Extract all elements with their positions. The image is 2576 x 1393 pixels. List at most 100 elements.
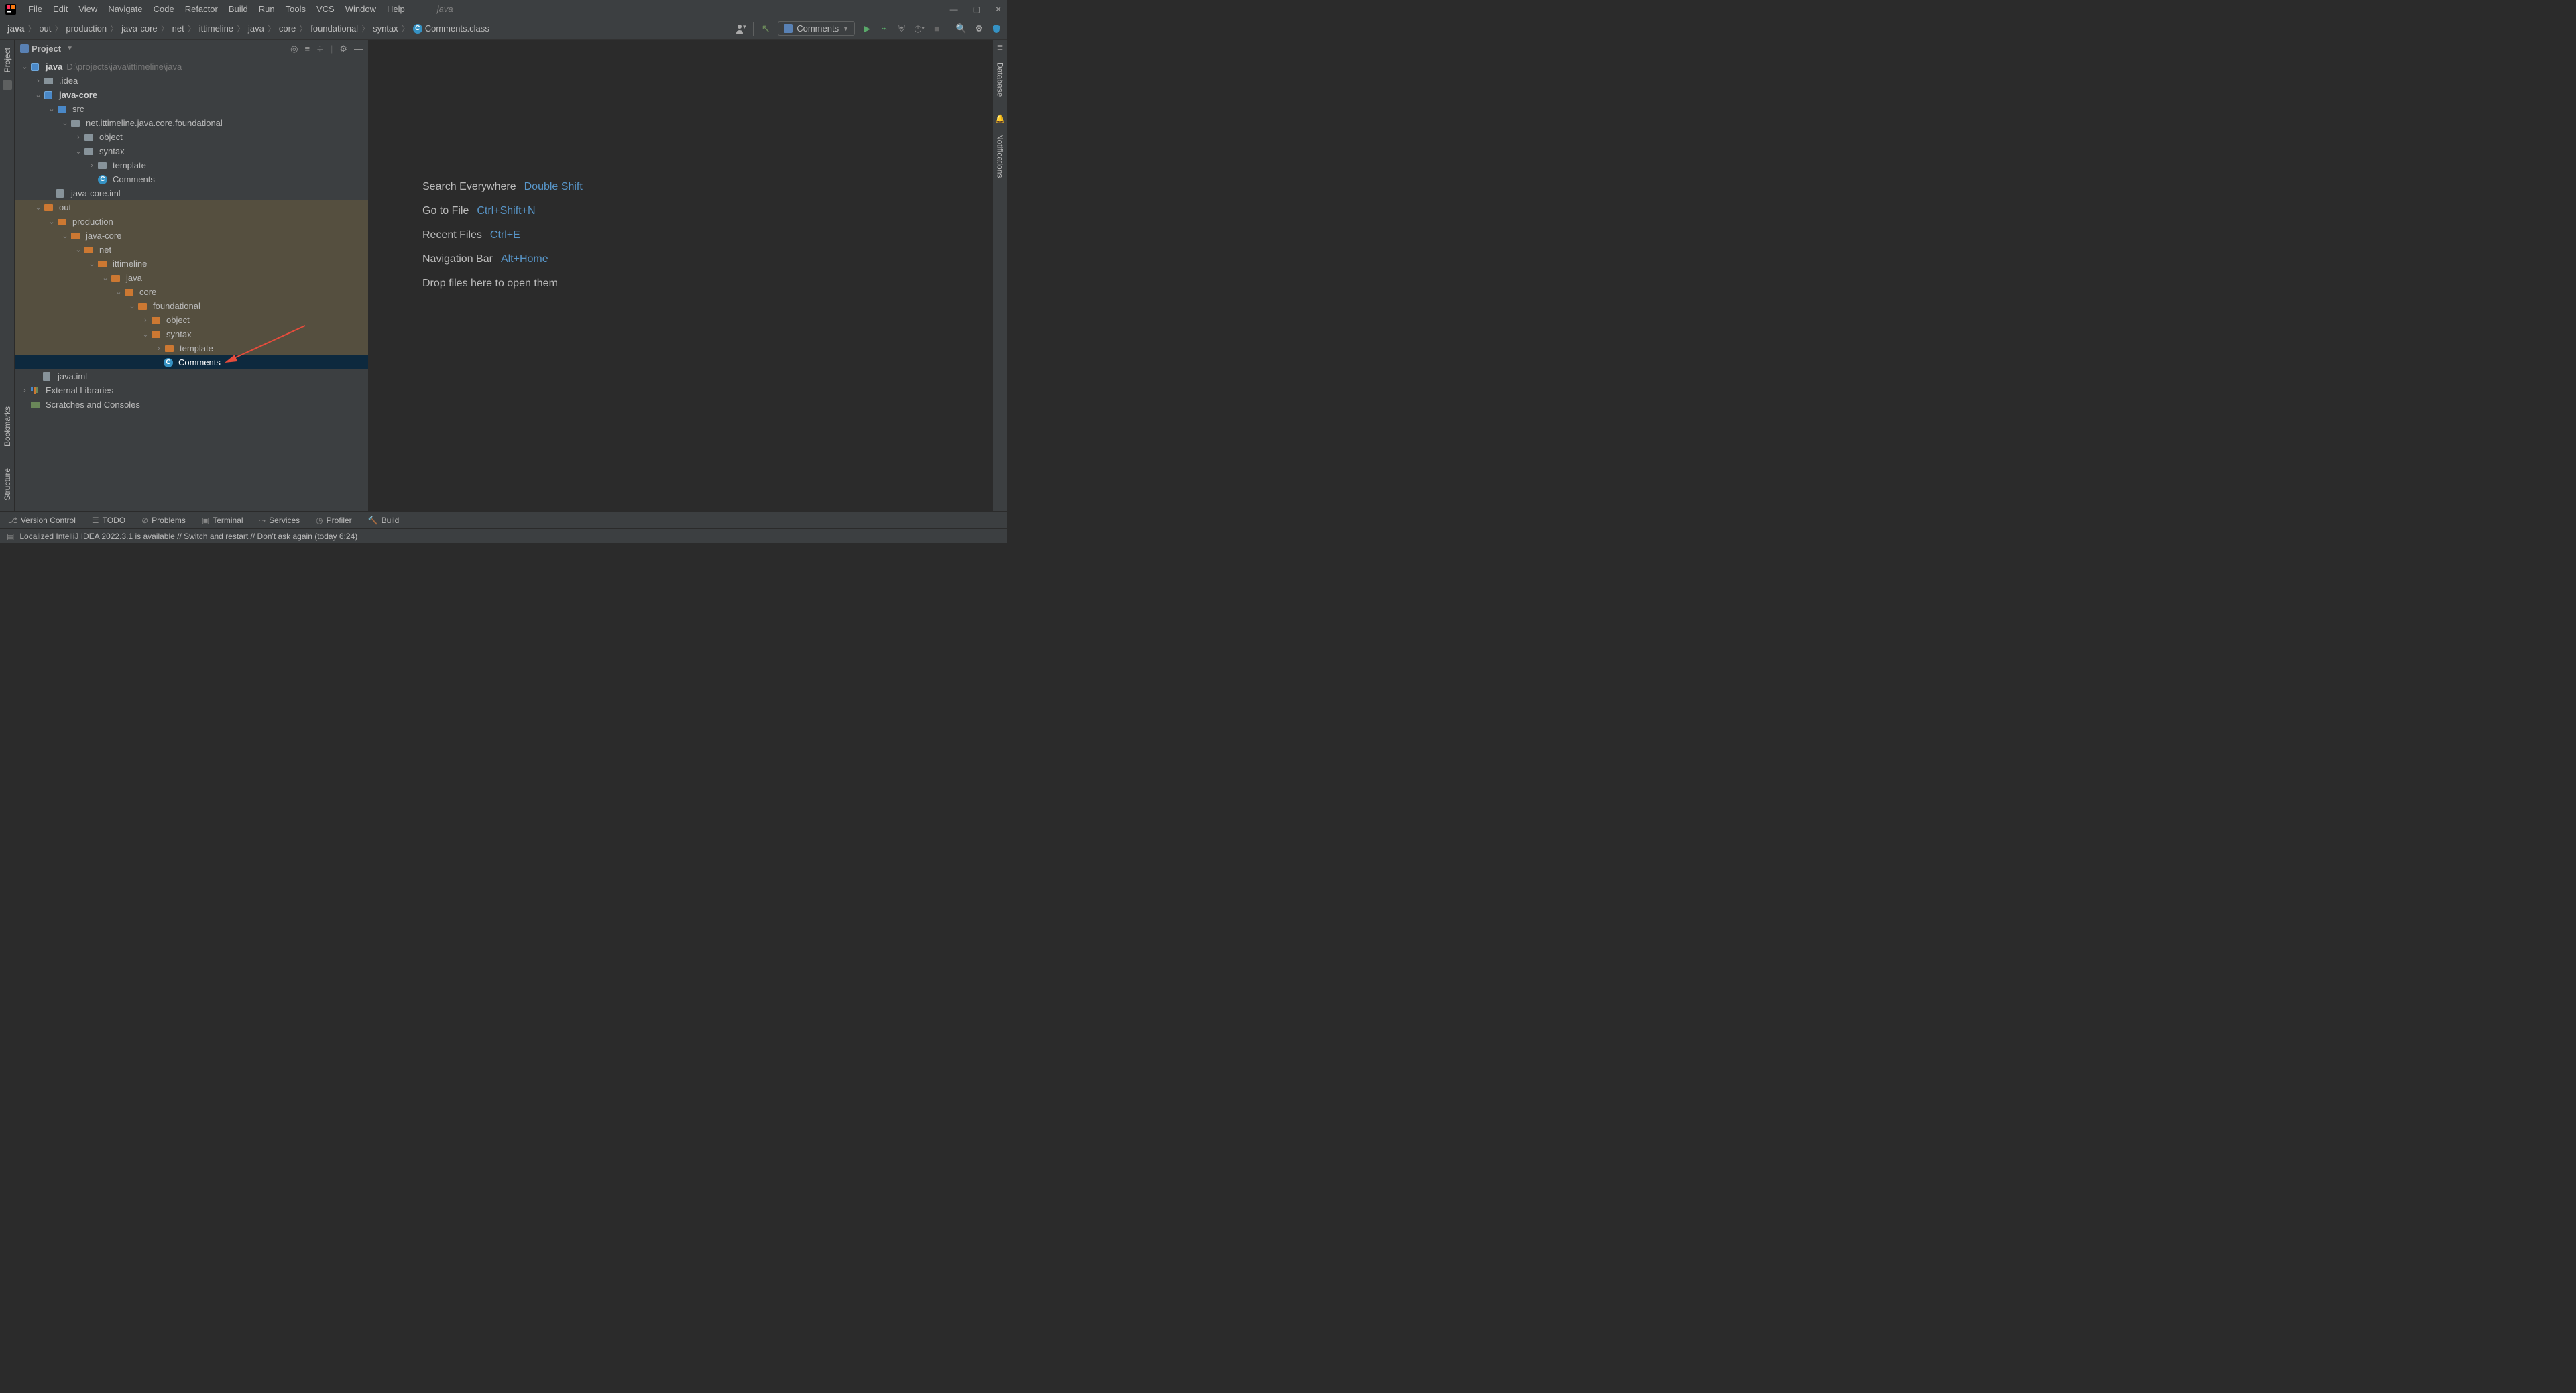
chevron-right-icon[interactable]: › <box>20 387 30 395</box>
tree-out[interactable]: ⌄ out <box>15 200 368 215</box>
gear-icon[interactable]: ⚙ <box>339 44 347 54</box>
collapse-all-icon[interactable]: ≑ <box>316 44 324 54</box>
menu-view[interactable]: View <box>73 4 103 14</box>
bottom-build[interactable]: 🔨Build <box>368 516 400 525</box>
window-maximize-icon[interactable]: ▢ <box>973 5 980 14</box>
crumb-out[interactable]: out <box>37 23 53 34</box>
chevron-down-icon[interactable]: ⌄ <box>34 203 43 212</box>
stripe-project[interactable]: Project <box>3 42 12 78</box>
tree-out-syntax[interactable]: ⌄ syntax <box>15 327 368 341</box>
crumb-javacore[interactable]: java-core <box>119 23 159 34</box>
chevron-down-icon[interactable]: ⌄ <box>74 147 83 156</box>
menu-build[interactable]: Build <box>223 4 253 14</box>
coverage-icon[interactable]: ⛨ <box>896 23 907 34</box>
chevron-right-icon[interactable]: › <box>141 316 150 324</box>
chevron-down-icon[interactable]: ⌄ <box>60 119 70 127</box>
chevron-down-icon[interactable]: ⌄ <box>127 302 137 310</box>
editor-area[interactable]: Search EverywhereDouble Shift Go to File… <box>369 40 992 511</box>
expand-all-icon[interactable]: ≡ <box>304 44 310 54</box>
menu-edit[interactable]: Edit <box>48 4 73 14</box>
tree-pkg-syntax[interactable]: ⌄ syntax <box>15 144 368 158</box>
tree-out-foundational[interactable]: ⌄ foundational <box>15 299 368 313</box>
chevron-down-icon[interactable]: ▼ <box>66 45 73 52</box>
tree-ext-libs[interactable]: › External Libraries <box>15 383 368 398</box>
tree-pkg-foundational[interactable]: ⌄ net.ittimeline.java.core.foundational <box>15 116 368 130</box>
crumb-net[interactable]: net <box>170 23 186 34</box>
bottom-vcs[interactable]: ⎇Version Control <box>8 516 76 525</box>
tree-production[interactable]: ⌄ production <box>15 215 368 229</box>
add-user-icon[interactable]: ▾ <box>736 23 746 34</box>
bottom-terminal[interactable]: ▣Terminal <box>202 516 243 525</box>
chevron-down-icon[interactable]: ⌄ <box>74 245 83 254</box>
bottom-services[interactable]: ⤳Services <box>259 516 300 526</box>
tree-out-object[interactable]: › object <box>15 313 368 327</box>
menu-code[interactable]: Code <box>148 4 180 14</box>
search-icon[interactable]: 🔍 <box>956 23 967 34</box>
chevron-down-icon[interactable]: ⌄ <box>47 217 56 226</box>
stripe-bookmarks[interactable]: Bookmarks <box>3 401 12 452</box>
tree-class-comments-src[interactable]: C Comments <box>15 172 368 186</box>
database-stripe-icon[interactable]: ≣ <box>996 42 1003 52</box>
stripe-structure[interactable]: Structure <box>3 463 12 506</box>
window-minimize-icon[interactable]: — <box>950 5 958 14</box>
tree-out-net[interactable]: ⌄ net <box>15 243 368 257</box>
debug-icon[interactable]: ⌁ <box>879 23 890 34</box>
stripe-database[interactable]: Database <box>996 60 1005 99</box>
tree-iml-javacore[interactable]: java-core.iml <box>15 186 368 200</box>
stop-icon[interactable]: ■ <box>931 23 942 34</box>
crumb-foundational[interactable]: foundational <box>308 23 360 34</box>
tree-out-java[interactable]: ⌄ java <box>15 271 368 285</box>
tree-scratches[interactable]: Scratches and Consoles <box>15 398 368 412</box>
bottom-todo[interactable]: ☰TODO <box>92 516 125 525</box>
chevron-down-icon[interactable]: ⌄ <box>141 330 150 339</box>
crumb-syntax[interactable]: syntax <box>371 23 400 34</box>
menu-navigate[interactable]: Navigate <box>103 4 148 14</box>
tree-out-core[interactable]: ⌄ core <box>15 285 368 299</box>
chevron-right-icon[interactable]: › <box>34 77 43 85</box>
chevron-down-icon[interactable]: ⌄ <box>47 105 56 113</box>
tree-iml-java[interactable]: java.iml <box>15 369 368 383</box>
crumb-core[interactable]: core <box>277 23 298 34</box>
crumb-java[interactable]: java <box>246 23 266 34</box>
chevron-down-icon[interactable]: ⌄ <box>101 274 110 282</box>
chevron-down-icon[interactable]: ⌄ <box>20 62 30 71</box>
chevron-down-icon[interactable]: ⌄ <box>60 231 70 240</box>
chevron-down-icon[interactable]: ⌄ <box>34 90 43 99</box>
menu-file[interactable]: File <box>23 4 48 14</box>
bottom-profiler[interactable]: ◷Profiler <box>316 516 352 525</box>
profile-icon[interactable]: ◷▾ <box>914 23 925 34</box>
shield-icon[interactable] <box>991 23 1002 34</box>
chevron-right-icon[interactable]: › <box>87 162 97 170</box>
menu-tools[interactable]: Tools <box>280 4 311 14</box>
tree-out-template[interactable]: › template <box>15 341 368 355</box>
tree-out-comments-class[interactable]: C Comments <box>15 355 368 369</box>
bottom-problems[interactable]: ⊘Problems <box>141 516 186 525</box>
chevron-down-icon[interactable]: ⌄ <box>87 259 97 268</box>
project-view-title[interactable]: Project <box>32 44 61 54</box>
tree-out-ittimeline[interactable]: ⌄ ittimeline <box>15 257 368 271</box>
menu-vcs[interactable]: VCS <box>311 4 340 14</box>
notifications-stripe-icon[interactable]: 🔔 <box>995 114 1005 123</box>
crumb-file[interactable]: CComments.class <box>411 23 491 34</box>
back-arrow-icon[interactable]: ↖ <box>760 23 771 34</box>
project-tree[interactable]: ⌄ java D:\projects\java\ittimeline\java … <box>15 58 368 511</box>
tree-idea[interactable]: › .idea <box>15 74 368 88</box>
tree-src[interactable]: ⌄ src <box>15 102 368 116</box>
menu-refactor[interactable]: Refactor <box>180 4 223 14</box>
tree-root[interactable]: ⌄ java D:\projects\java\ittimeline\java <box>15 60 368 74</box>
run-icon[interactable]: ▶ <box>862 23 872 34</box>
hide-icon[interactable]: — <box>354 44 363 54</box>
stripe-notifications[interactable]: Notifications <box>996 131 1005 180</box>
tree-pkg-object[interactable]: › object <box>15 130 368 144</box>
tree-javacore[interactable]: ⌄ java-core <box>15 88 368 102</box>
run-config-selector[interactable]: Comments ▼ <box>778 21 855 36</box>
crumb-root[interactable]: java <box>5 23 26 34</box>
menu-run[interactable]: Run <box>253 4 280 14</box>
menu-help[interactable]: Help <box>382 4 410 14</box>
target-icon[interactable]: ◎ <box>290 44 298 54</box>
crumb-production[interactable]: production <box>64 23 109 34</box>
chevron-right-icon[interactable]: › <box>74 133 83 141</box>
windows-icon[interactable]: ▤ <box>7 532 14 541</box>
chevron-down-icon[interactable]: ⌄ <box>114 288 123 296</box>
settings-icon[interactable]: ⚙ <box>974 23 984 34</box>
